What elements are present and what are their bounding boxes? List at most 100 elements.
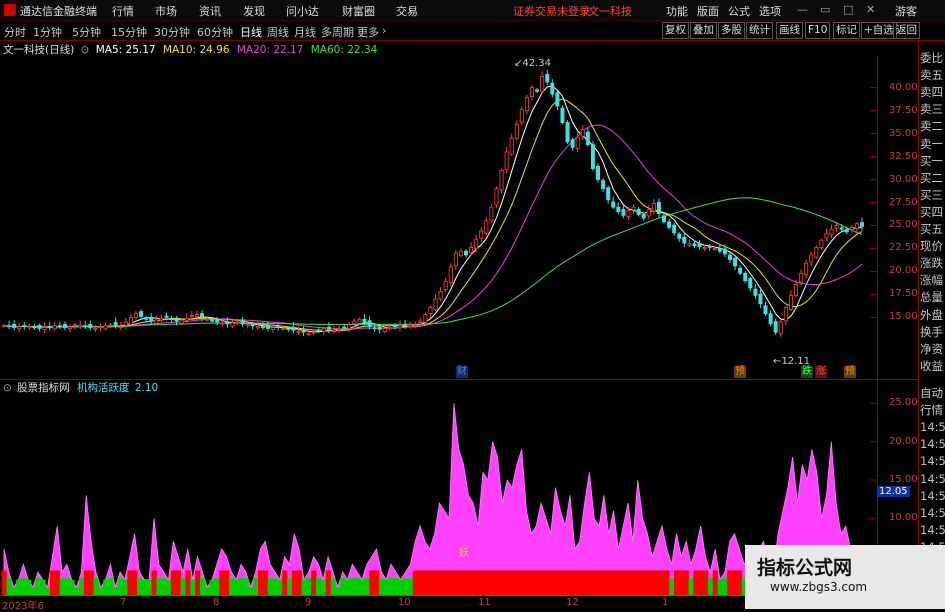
event-marker-forecast-2[interactable]: 预 bbox=[844, 366, 856, 378]
candle-body[interactable] bbox=[123, 321, 128, 326]
candle-body[interactable] bbox=[707, 246, 712, 248]
candle-body[interactable] bbox=[738, 267, 743, 274]
candle-body[interactable] bbox=[677, 233, 682, 239]
sidebar-quote-0[interactable]: 委比 bbox=[920, 50, 945, 66]
candle-body[interactable] bbox=[788, 294, 793, 310]
candle-body[interactable] bbox=[93, 328, 98, 330]
candle-body[interactable] bbox=[494, 188, 499, 206]
candle-body[interactable] bbox=[743, 272, 748, 282]
candle-body[interactable] bbox=[377, 326, 382, 330]
candle-body[interactable] bbox=[479, 230, 484, 239]
candle-body[interactable] bbox=[448, 266, 453, 284]
statistics-button[interactable]: 统计 bbox=[746, 22, 773, 39]
candle-body[interactable] bbox=[357, 318, 362, 324]
maximize-icon[interactable]: □ bbox=[843, 3, 853, 16]
candle-body[interactable] bbox=[590, 144, 595, 169]
tab-daily[interactable]: 日线 bbox=[240, 24, 262, 40]
candle-body[interactable] bbox=[144, 317, 149, 320]
candle-body[interactable] bbox=[423, 314, 428, 323]
tab-60min[interactable]: 60分钟 bbox=[197, 24, 233, 40]
chart-area[interactable] bbox=[0, 40, 919, 609]
candle-body[interactable] bbox=[524, 97, 529, 112]
candle-body[interactable] bbox=[133, 313, 138, 318]
candle-body[interactable] bbox=[728, 254, 733, 260]
candle-body[interactable] bbox=[291, 326, 296, 331]
candle-body[interactable] bbox=[854, 223, 859, 229]
candle-body[interactable] bbox=[504, 151, 509, 170]
candle-body[interactable] bbox=[641, 214, 646, 219]
candle-body[interactable] bbox=[240, 319, 245, 325]
candle-body[interactable] bbox=[103, 325, 108, 330]
candle-body[interactable] bbox=[245, 324, 250, 327]
candle-body[interactable] bbox=[392, 324, 397, 328]
tab-multi-period[interactable]: 多周期 bbox=[321, 24, 354, 40]
menu-ask[interactable]: 问小达 bbox=[286, 3, 319, 19]
candle-body[interactable] bbox=[174, 317, 179, 322]
candle-body[interactable] bbox=[169, 318, 174, 320]
candle-body[interactable] bbox=[62, 324, 67, 328]
sidebar-quote-6[interactable]: 买一 bbox=[920, 153, 945, 169]
candle-body[interactable] bbox=[347, 324, 352, 330]
sidebar-tick-4[interactable]: 14:50 bbox=[920, 453, 945, 469]
sidebar-tick-5[interactable]: 14:50 bbox=[920, 471, 945, 487]
candle-body[interactable] bbox=[225, 321, 230, 325]
candle-body[interactable] bbox=[662, 215, 667, 223]
candle-body[interactable] bbox=[271, 327, 276, 330]
candle-body[interactable] bbox=[580, 129, 585, 137]
candle-body[interactable] bbox=[616, 206, 621, 213]
add-watchlist-button[interactable]: +自选 bbox=[861, 22, 897, 39]
menu-discover[interactable]: 发现 bbox=[243, 3, 265, 19]
candle-body[interactable] bbox=[286, 328, 291, 330]
candle-body[interactable] bbox=[276, 326, 281, 328]
candle-body[interactable] bbox=[722, 248, 727, 255]
candle-body[interactable] bbox=[342, 326, 347, 329]
menu-market[interactable]: 市场 bbox=[155, 3, 177, 19]
sidebar-tick-7[interactable]: 14:50 bbox=[920, 505, 945, 521]
candle-body[interactable] bbox=[783, 306, 788, 322]
candle-body[interactable] bbox=[22, 325, 27, 327]
candle-body[interactable] bbox=[824, 233, 829, 239]
dropdown-icon[interactable]: ⊙ bbox=[3, 382, 12, 394]
candle-body[interactable] bbox=[428, 306, 433, 314]
candle-body[interactable] bbox=[352, 320, 357, 325]
candle-body[interactable] bbox=[611, 201, 616, 208]
candle-body[interactable] bbox=[403, 324, 408, 326]
close-icon[interactable]: ✕ bbox=[866, 3, 875, 16]
mark-button[interactable]: 标记 bbox=[833, 22, 860, 39]
sidebar-quote-1[interactable]: 卖五 bbox=[920, 67, 945, 83]
candle-body[interactable] bbox=[57, 325, 62, 328]
login-notice[interactable]: 证券交易未登录 bbox=[513, 3, 590, 19]
candle-body[interactable] bbox=[205, 318, 210, 321]
candle-body[interactable] bbox=[849, 226, 854, 231]
minimize-icon[interactable]: — bbox=[797, 3, 808, 16]
sidebar-tick-2[interactable]: 14:50 bbox=[920, 419, 945, 435]
candle-body[interactable] bbox=[799, 272, 804, 283]
tab-15min[interactable]: 15分钟 bbox=[111, 24, 147, 40]
candle-body[interactable] bbox=[260, 326, 265, 329]
candle-body[interactable] bbox=[438, 291, 443, 300]
chevron-right-icon[interactable]: › bbox=[382, 24, 386, 37]
candle-body[interactable] bbox=[413, 324, 418, 327]
tab-intraday[interactable]: 分时 bbox=[4, 24, 26, 40]
candle-body[interactable] bbox=[73, 324, 78, 327]
candle-body[interactable] bbox=[560, 107, 565, 123]
tab-weekly[interactable]: 周线 bbox=[267, 24, 289, 40]
guest-button[interactable]: 游客 bbox=[895, 3, 917, 19]
candle-body[interactable] bbox=[834, 225, 839, 229]
candle-body[interactable] bbox=[458, 250, 463, 256]
event-marker-rise[interactable]: 涨 bbox=[815, 366, 827, 378]
candle-body[interactable] bbox=[7, 325, 12, 328]
candle-body[interactable] bbox=[809, 254, 814, 263]
candle-body[interactable] bbox=[733, 257, 738, 267]
tab-5min[interactable]: 5分钟 bbox=[72, 24, 101, 40]
sidebar-quote-2[interactable]: 卖四 bbox=[920, 84, 945, 100]
candle-body[interactable] bbox=[184, 317, 189, 321]
candle-body[interactable] bbox=[697, 243, 702, 248]
candle-body[interactable] bbox=[463, 250, 468, 256]
sidebar-tick-6[interactable]: 14:50 bbox=[920, 488, 945, 504]
candle-body[interactable] bbox=[596, 165, 601, 180]
candle-body[interactable] bbox=[636, 208, 641, 215]
tab-30min[interactable]: 30分钟 bbox=[154, 24, 190, 40]
candle-body[interactable] bbox=[118, 326, 123, 329]
candle-body[interactable] bbox=[519, 109, 524, 123]
